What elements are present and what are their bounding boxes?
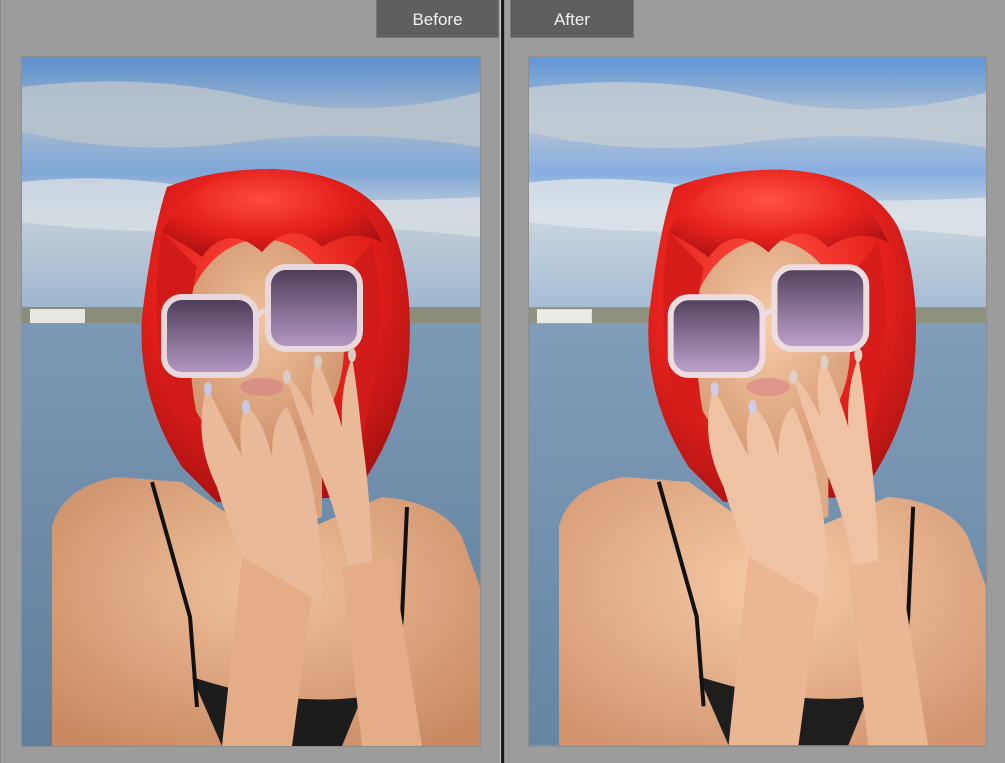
portrait-image bbox=[22, 57, 480, 746]
after-tab[interactable]: After bbox=[510, 0, 634, 38]
after-pane: After bbox=[504, 0, 1005, 763]
before-tab[interactable]: Before bbox=[376, 0, 499, 38]
before-photo[interactable] bbox=[22, 57, 480, 746]
before-pane: Before bbox=[0, 0, 501, 763]
portrait-image bbox=[529, 57, 986, 746]
before-after-compare-view: Before After bbox=[0, 0, 1005, 763]
after-photo[interactable] bbox=[529, 57, 986, 746]
